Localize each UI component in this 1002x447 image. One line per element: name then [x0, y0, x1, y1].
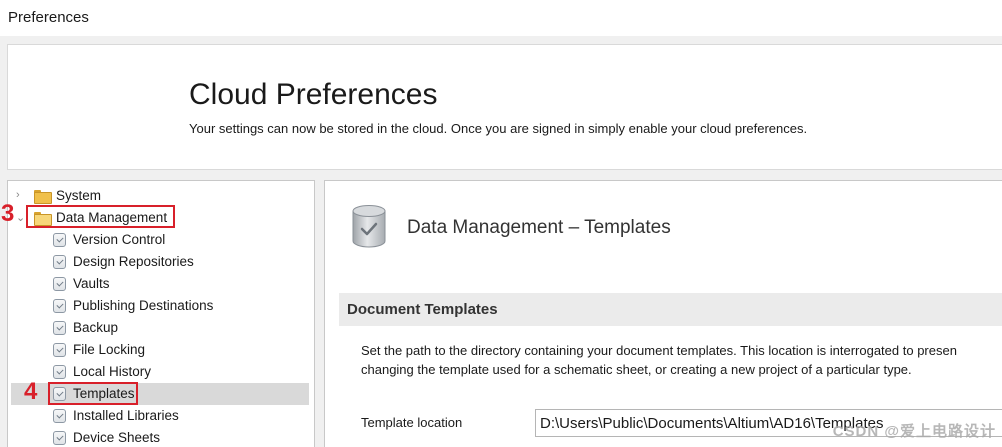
section-description: Set the path to the directory containing…: [361, 341, 1002, 379]
page-icon: [53, 343, 66, 357]
preferences-content-panel: Data Management – Templates Document Tem…: [324, 180, 1002, 447]
tree-item-label: Device Sheets: [73, 430, 161, 445]
page-icon: [53, 431, 66, 445]
window-title: Preferences: [8, 9, 89, 26]
page-icon: [53, 277, 66, 291]
page-icon: [53, 321, 66, 335]
tree-item-label: Version Control: [73, 232, 166, 247]
section-title: Document Templates: [347, 301, 498, 318]
chevron-right-icon[interactable]: ›: [16, 190, 26, 201]
tree-item-label: Local History: [73, 364, 152, 379]
folder-icon: [34, 190, 52, 204]
tree-item-device-sheets[interactable]: Device Sheets: [53, 427, 160, 447]
tree-item-label: File Locking: [73, 342, 146, 357]
section-description-line: Set the path to the directory containing…: [361, 343, 957, 358]
tree-item-system[interactable]: System: [34, 185, 101, 207]
tree-item-vaults[interactable]: Vaults: [53, 273, 110, 295]
section-description-line: changing the template used for a schemat…: [361, 362, 912, 377]
annotation-number-3: 3: [1, 200, 15, 227]
cloud-preferences-banner: Cloud Preferences Your settings can now …: [7, 44, 1002, 170]
page-icon: [53, 365, 66, 379]
database-check-icon: [352, 205, 386, 248]
tree-item-version-control[interactable]: Version Control: [53, 229, 165, 251]
section-header-document-templates: Document Templates: [339, 293, 1002, 326]
tree-item-label: Installed Libraries: [73, 408, 179, 423]
annotation-box-templates: [48, 382, 138, 405]
content-title: Data Management – Templates: [407, 217, 671, 238]
chevron-down-icon[interactable]: ⌄: [16, 213, 26, 224]
annotation-box-data-management: [26, 205, 175, 228]
page-icon: [53, 255, 66, 269]
template-location-label: Template location: [361, 415, 463, 430]
cloud-preferences-description: Your settings can now be stored in the c…: [189, 121, 808, 136]
tree-item-publishing-destinations[interactable]: Publishing Destinations: [53, 295, 213, 317]
tree-item-label: Vaults: [73, 276, 110, 291]
tree-item-label: Publishing Destinations: [73, 298, 214, 313]
tree-item-label: Backup: [73, 320, 119, 335]
tree-item-label: System: [56, 188, 102, 203]
page-icon: [53, 299, 66, 313]
window-title-bar: Preferences: [0, 0, 1002, 36]
page-icon: [53, 409, 66, 423]
tree-item-design-repositories[interactable]: Design Repositories: [53, 251, 194, 273]
tree-item-backup[interactable]: Backup: [53, 317, 118, 339]
watermark: CSDN @爱上电路设计: [832, 423, 996, 440]
tree-item-local-history[interactable]: Local History: [53, 361, 151, 383]
tree-item-file-locking[interactable]: File Locking: [53, 339, 145, 361]
cloud-preferences-heading: Cloud Preferences: [189, 78, 438, 111]
tree-item-installed-libraries[interactable]: Installed Libraries: [53, 405, 179, 427]
tree-item-label: Design Repositories: [73, 254, 194, 269]
annotation-number-4: 4: [24, 378, 38, 405]
page-icon: [53, 233, 66, 247]
